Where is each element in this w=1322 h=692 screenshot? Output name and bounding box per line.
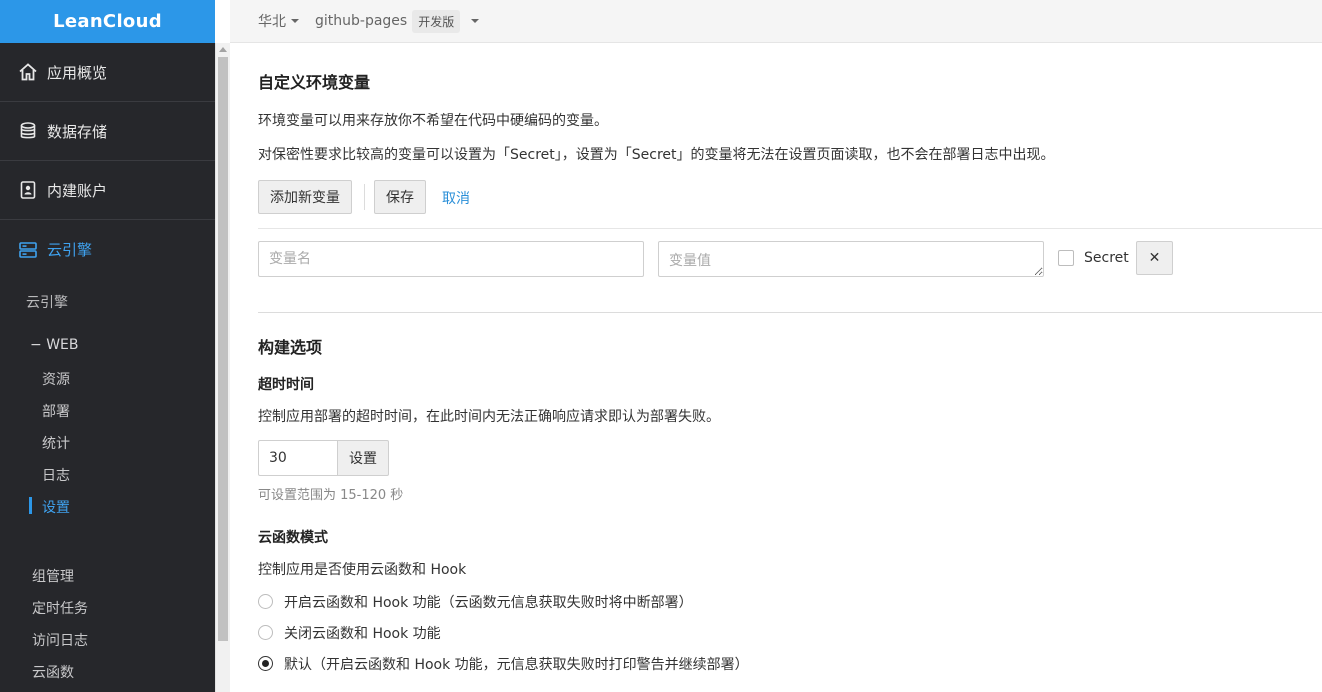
sidebar-item-logs[interactable]: 日志 <box>42 465 70 485</box>
sidebar-scrollbar[interactable] <box>215 43 230 692</box>
sidebar-section-title: 云引擎 <box>26 295 68 311</box>
env-vars-title: 自定义环境变量 <box>258 73 371 92</box>
scrollbar-thumb[interactable] <box>218 57 228 641</box>
section-divider <box>258 312 1322 313</box>
mode-option-label[interactable]: 默认（开启云函数和 Hook 功能，元信息获取失败时打印警告并继续部署） <box>284 654 749 674</box>
sidebar-item-deploy[interactable]: 部署 <box>42 401 70 421</box>
add-variable-button[interactable]: 添加新变量 <box>258 180 352 214</box>
sidebar-item-label: 应用概览 <box>47 63 108 82</box>
mode-option-label[interactable]: 开启云函数和 Hook 功能（云函数元信息获取失败时将中断部署） <box>284 592 693 612</box>
sidebar-item-access-logs[interactable]: 访问日志 <box>32 630 88 650</box>
divider <box>258 228 1322 229</box>
sidebar-item-accounts[interactable]: 内建账户 <box>0 161 215 220</box>
cancel-link[interactable]: 取消 <box>442 188 470 208</box>
mode-option-label[interactable]: 关闭云函数和 Hook 功能 <box>284 623 441 643</box>
sidebar-item-groups[interactable]: 组管理 <box>32 566 74 586</box>
sidebar-item-settings[interactable]: 设置 <box>42 497 70 517</box>
sidebar-item-label: 数据存储 <box>47 122 108 141</box>
caret-down-icon <box>471 19 480 23</box>
sidebar: LeanCloud 应用概览 数据存储 内建账户 云引擎 云引擎 − WEB 资… <box>0 0 215 692</box>
caret-down-icon <box>291 19 299 23</box>
sidebar-item-functions[interactable]: 云函数 <box>32 662 74 682</box>
home-icon <box>19 63 37 81</box>
sidebar-item-resources[interactable]: 资源 <box>42 369 70 389</box>
mode-radio-enable[interactable] <box>258 594 273 609</box>
button-divider <box>364 184 365 210</box>
sidebar-group-web[interactable]: − WEB <box>30 337 78 353</box>
scroll-up-icon[interactable] <box>219 47 227 52</box>
timeout-title: 超时时间 <box>258 377 314 393</box>
sidebar-item-label: 云引擎 <box>47 241 93 259</box>
region-selector[interactable]: 华北 <box>258 11 299 31</box>
collapse-icon: − <box>30 337 42 353</box>
timeout-input[interactable] <box>258 440 338 476</box>
save-button[interactable]: 保存 <box>374 180 426 214</box>
mode-radio-disable[interactable] <box>258 625 273 640</box>
env-selector[interactable] <box>466 19 480 23</box>
active-indicator <box>29 497 32 514</box>
main-content: 自定义环境变量 环境变量可以用来存放你不希望在代码中硬编码的变量。 对保密性要求… <box>230 44 1322 692</box>
secret-checkbox[interactable] <box>1058 250 1074 266</box>
timeout-desc: 控制应用部署的超时时间，在此时间内无法正确响应请求即认为部署失败。 <box>258 409 720 425</box>
function-mode-title: 云函数模式 <box>258 530 328 546</box>
function-mode-desc: 控制应用是否使用云函数和 Hook <box>258 562 467 578</box>
user-card-icon <box>20 181 36 199</box>
sidebar-item-cron[interactable]: 定时任务 <box>32 598 88 618</box>
server-icon <box>19 241 37 258</box>
mode-radio-default[interactable] <box>258 656 273 671</box>
set-timeout-button[interactable]: 设置 <box>337 440 389 476</box>
remove-variable-button[interactable]: ✕ <box>1136 241 1173 275</box>
brand-logo[interactable]: LeanCloud <box>0 0 215 43</box>
top-bar: 华北 github-pages 开发版 <box>230 0 1322 43</box>
database-icon <box>20 122 36 139</box>
env-vars-desc-2: 对保密性要求比较高的变量可以设置为「Secret」，设置为「Secret」的变量… <box>258 147 1055 163</box>
build-options-title: 构建选项 <box>258 338 323 357</box>
env-badge: 开发版 <box>412 9 461 33</box>
env-vars-desc-1: 环境变量可以用来存放你不希望在代码中硬编码的变量。 <box>258 113 608 129</box>
sidebar-item-storage[interactable]: 数据存储 <box>0 102 215 161</box>
variable-value-input[interactable] <box>658 241 1044 277</box>
close-icon: ✕ <box>1148 250 1161 266</box>
sidebar-item-engine[interactable]: 云引擎 <box>0 220 215 279</box>
secret-label: Secret <box>1084 250 1129 266</box>
sidebar-item-overview[interactable]: 应用概览 <box>0 43 215 102</box>
sidebar-item-stats[interactable]: 统计 <box>42 433 70 453</box>
sidebar-item-label: 内建账户 <box>47 181 108 200</box>
timeout-hint: 可设置范围为 15-120 秒 <box>258 488 404 503</box>
variable-name-input[interactable] <box>258 241 644 277</box>
app-name[interactable]: github-pages <box>315 13 407 29</box>
